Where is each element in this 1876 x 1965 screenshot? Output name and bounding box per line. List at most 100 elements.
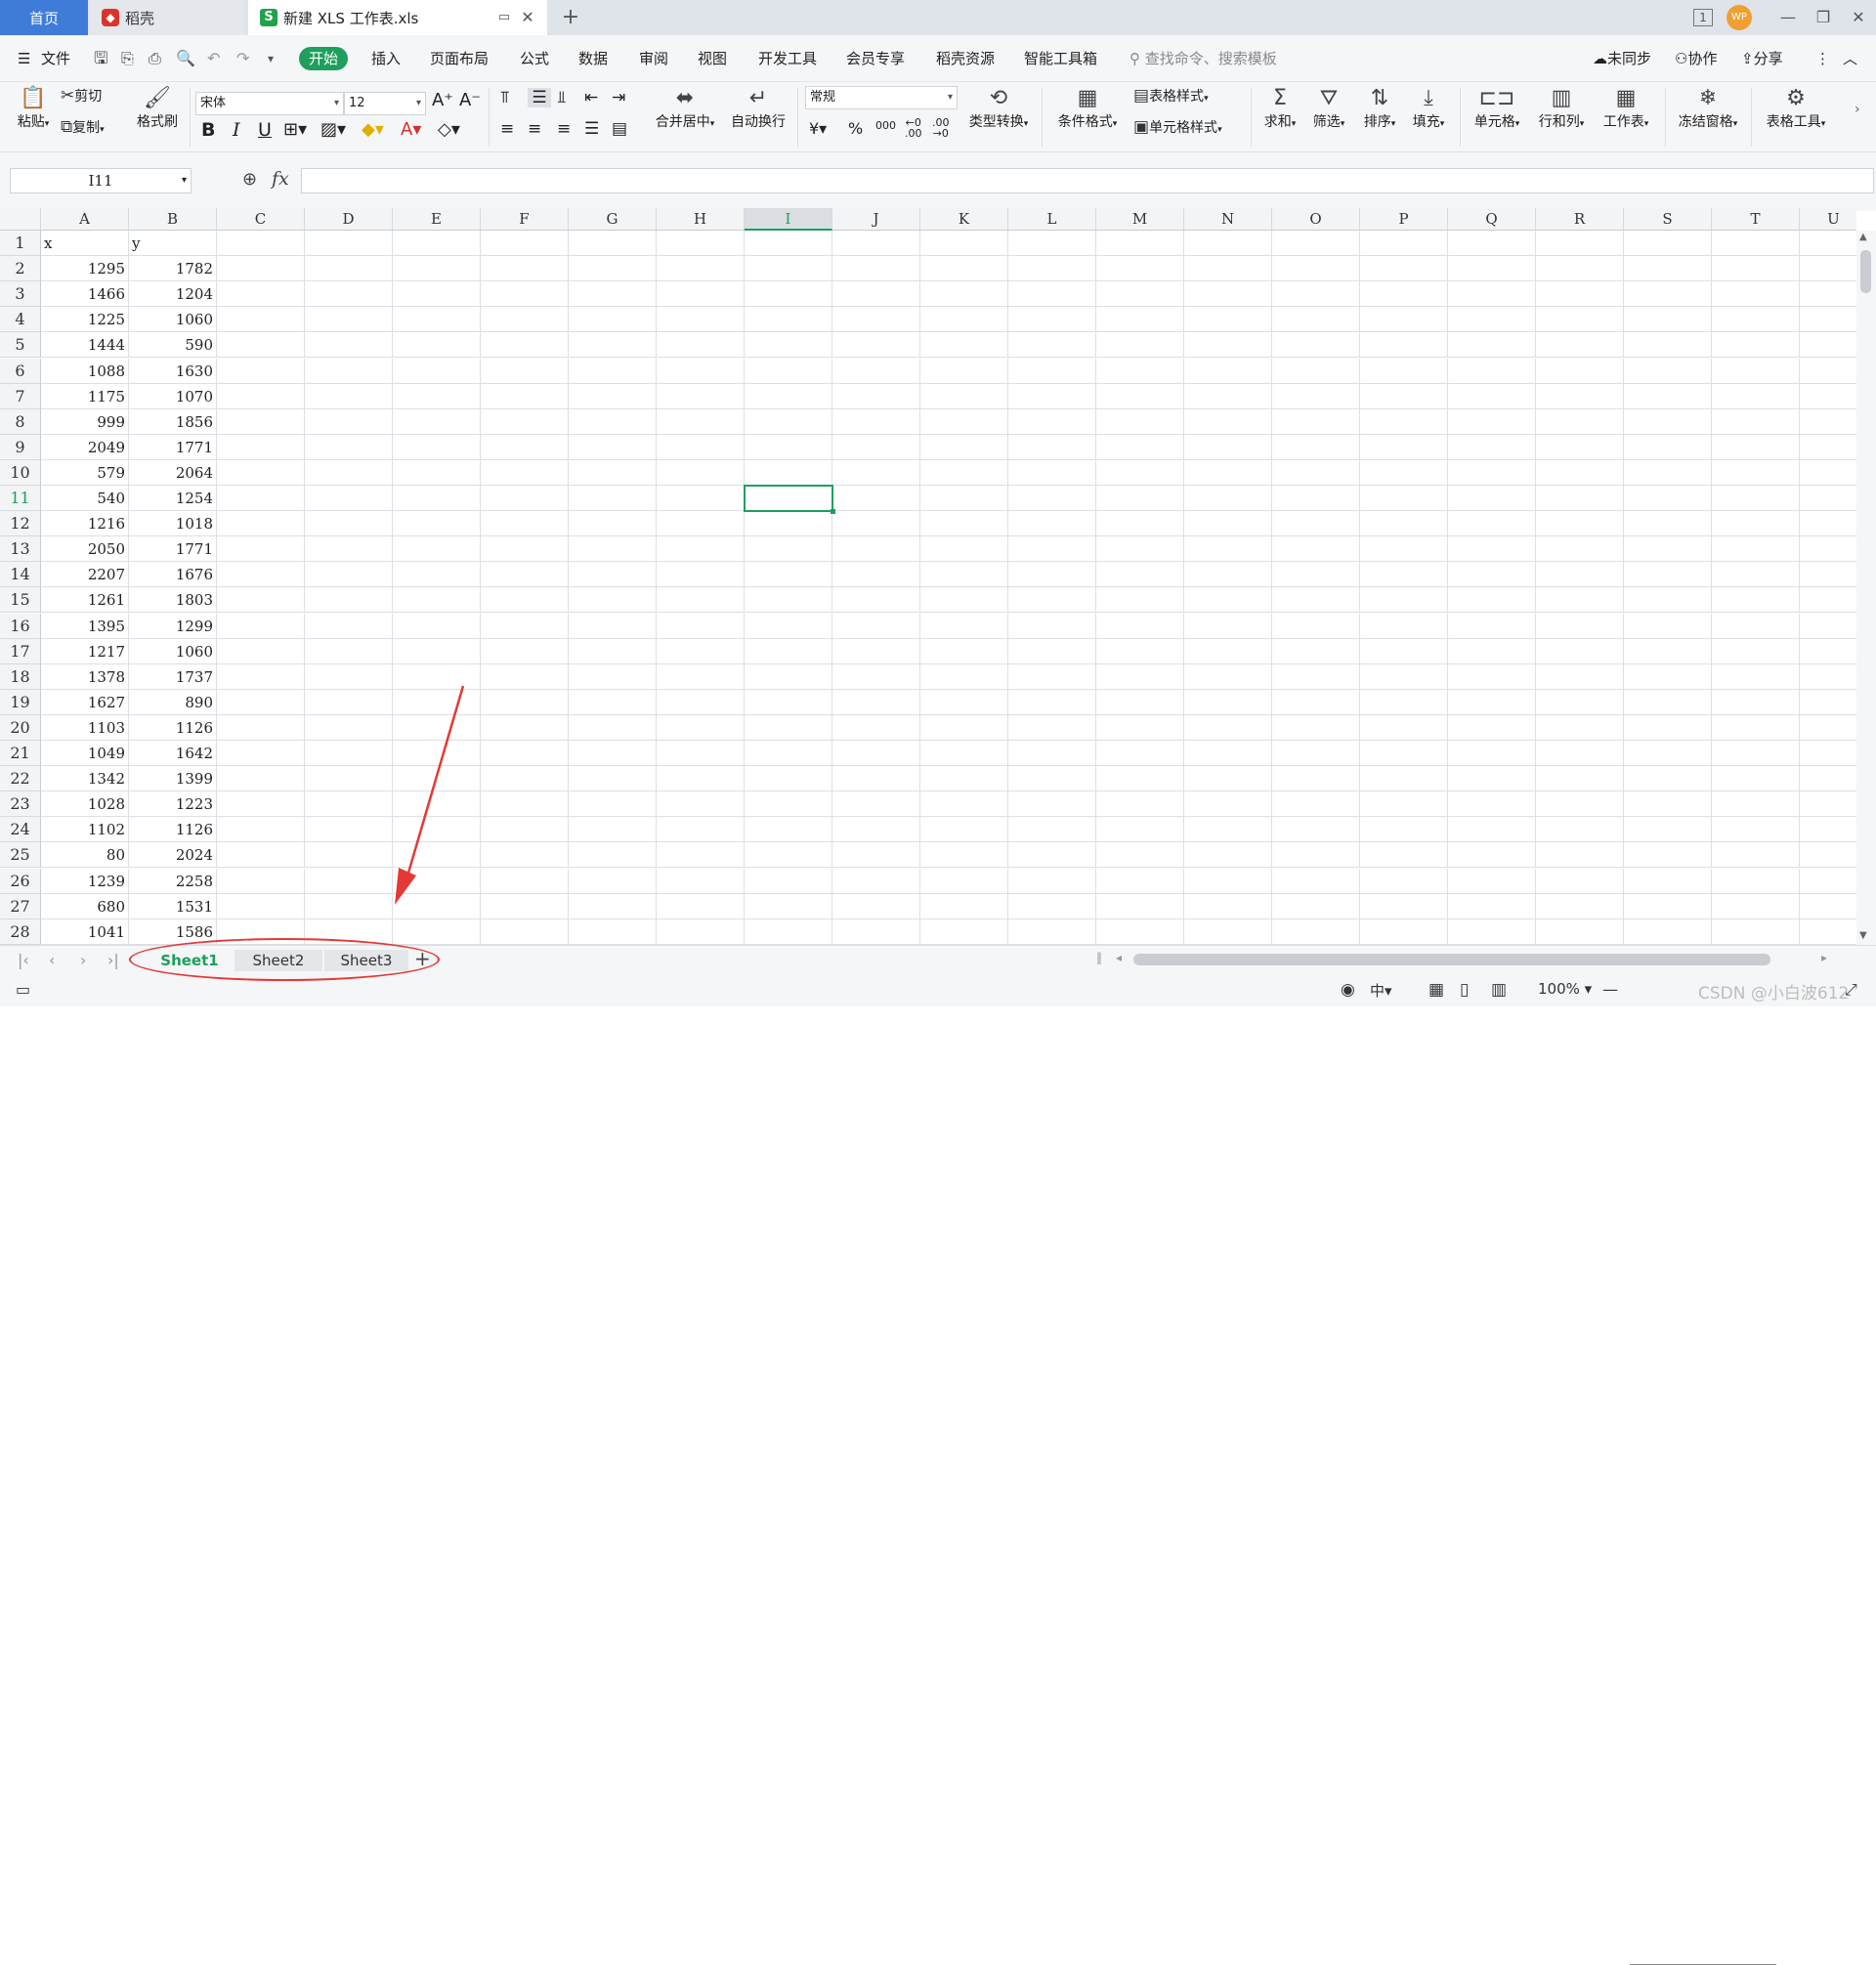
cell-j4[interactable] <box>832 307 920 333</box>
cell-u19[interactable] <box>1800 690 1856 715</box>
cell-i4[interactable] <box>745 307 832 333</box>
cell-k26[interactable] <box>920 868 1008 894</box>
cell-p21[interactable] <box>1360 741 1448 767</box>
cell-u7[interactable] <box>1800 384 1856 409</box>
cell-o18[interactable] <box>1272 663 1360 690</box>
cell-r21[interactable] <box>1536 741 1624 767</box>
cell-s2[interactable] <box>1624 256 1712 282</box>
cell-j14[interactable] <box>832 562 920 588</box>
cell-r28[interactable] <box>1536 918 1624 945</box>
cell-o1[interactable] <box>1272 231 1360 257</box>
cell-d13[interactable] <box>305 536 393 563</box>
cell-q24[interactable] <box>1448 817 1536 843</box>
cell-c4[interactable] <box>217 307 305 333</box>
row-header[interactable]: 14 <box>0 562 41 588</box>
cell-g8[interactable] <box>569 408 657 435</box>
cell-l19[interactable] <box>1008 689 1096 715</box>
cell-t21[interactable] <box>1712 741 1800 767</box>
cell-d24[interactable] <box>305 817 393 843</box>
row-header[interactable]: 15 <box>0 587 41 614</box>
cell-c5[interactable] <box>217 332 305 359</box>
cell-l5[interactable] <box>1008 332 1096 359</box>
cell-m11[interactable] <box>1096 486 1184 512</box>
new-tab-button[interactable]: + <box>559 6 582 29</box>
cell-b4[interactable]: 1060 <box>129 307 217 333</box>
row-header[interactable]: 22 <box>0 766 41 792</box>
cell-k16[interactable] <box>920 613 1008 639</box>
cell-c8[interactable] <box>217 408 305 435</box>
row-header[interactable]: 25 <box>0 842 41 869</box>
row-header[interactable]: 2 <box>0 256 41 282</box>
cell-o9[interactable] <box>1272 434 1360 460</box>
cell-m9[interactable] <box>1096 434 1184 460</box>
cell-t4[interactable] <box>1712 307 1800 333</box>
cell-l2[interactable] <box>1008 256 1096 282</box>
conditional-format-button[interactable]: ▦ 条件格式▾ <box>1051 86 1124 131</box>
cell-i18[interactable] <box>745 663 832 690</box>
cell-k18[interactable] <box>920 663 1008 690</box>
cell-q8[interactable] <box>1448 408 1536 435</box>
increase-decimal-icon[interactable]: ←0.00 <box>905 117 922 139</box>
cell-b12[interactable]: 1018 <box>129 511 217 537</box>
cell-u4[interactable] <box>1800 307 1856 333</box>
cell-h28[interactable] <box>657 918 745 945</box>
sync-status[interactable]: ☁未同步 <box>1593 47 1651 70</box>
cell-m23[interactable] <box>1096 791 1184 818</box>
vertical-scroll-thumb[interactable] <box>1860 250 1871 293</box>
cell-d8[interactable] <box>305 408 393 435</box>
cell-i27[interactable] <box>745 893 832 919</box>
cell-e10[interactable] <box>393 459 481 486</box>
cell-f20[interactable] <box>481 714 569 741</box>
column-header-p[interactable]: P <box>1360 208 1448 231</box>
cell-u3[interactable] <box>1800 281 1856 308</box>
cell-i11[interactable] <box>745 486 832 512</box>
cell-r22[interactable] <box>1536 766 1624 792</box>
menu-data[interactable]: 数据 <box>578 47 608 70</box>
cell-o4[interactable] <box>1272 307 1360 333</box>
cell-h8[interactable] <box>657 408 745 435</box>
align-left-icon[interactable]: ≡ <box>500 119 514 139</box>
cell-a12[interactable]: 1216 <box>41 511 129 537</box>
cell-k17[interactable] <box>920 638 1008 664</box>
cell-p12[interactable] <box>1360 511 1448 537</box>
cell-q6[interactable] <box>1448 358 1536 384</box>
cell-o21[interactable] <box>1272 741 1360 767</box>
tab-home[interactable]: 首页 <box>0 0 88 35</box>
cell-a25[interactable]: 80 <box>41 842 129 869</box>
cell-p8[interactable] <box>1360 408 1448 435</box>
close-tab-icon[interactable]: ✕ <box>516 6 539 29</box>
scroll-up-icon[interactable]: ▲ <box>1859 232 1867 242</box>
cell-r26[interactable] <box>1536 868 1624 894</box>
align-top-icon[interactable]: ⫪ <box>500 88 510 107</box>
cell-m2[interactable] <box>1096 256 1184 282</box>
cell-j23[interactable] <box>832 791 920 818</box>
cell-l20[interactable] <box>1008 714 1096 741</box>
cell-d22[interactable] <box>305 766 393 792</box>
cell-j24[interactable] <box>832 817 920 843</box>
cell-g17[interactable] <box>569 638 657 664</box>
cell-t14[interactable] <box>1712 562 1800 588</box>
cell-h9[interactable] <box>657 434 745 460</box>
cell-k10[interactable] <box>920 459 1008 486</box>
fill-button[interactable]: ⤓ 填充▾ <box>1407 86 1450 131</box>
cell-u20[interactable] <box>1800 715 1856 741</box>
cell-o15[interactable] <box>1272 587 1360 614</box>
cell-m22[interactable] <box>1096 766 1184 792</box>
row-header[interactable]: 4 <box>0 307 41 333</box>
row-header[interactable]: 18 <box>0 663 41 690</box>
cell-c21[interactable] <box>217 741 305 767</box>
cell-c15[interactable] <box>217 587 305 614</box>
cell-p26[interactable] <box>1360 868 1448 894</box>
cell-p13[interactable] <box>1360 536 1448 563</box>
cell-d20[interactable] <box>305 714 393 741</box>
cell-j11[interactable] <box>832 486 920 512</box>
cell-f24[interactable] <box>481 817 569 843</box>
cell-g5[interactable] <box>569 332 657 359</box>
last-sheet-icon[interactable]: ›| <box>107 951 119 969</box>
cell-g2[interactable] <box>569 256 657 282</box>
cell-q2[interactable] <box>1448 256 1536 282</box>
page-layout-view-icon[interactable]: ▯ <box>1460 980 1469 1000</box>
cell-n24[interactable] <box>1184 817 1272 843</box>
cell-f13[interactable] <box>481 536 569 563</box>
cell-c24[interactable] <box>217 817 305 843</box>
